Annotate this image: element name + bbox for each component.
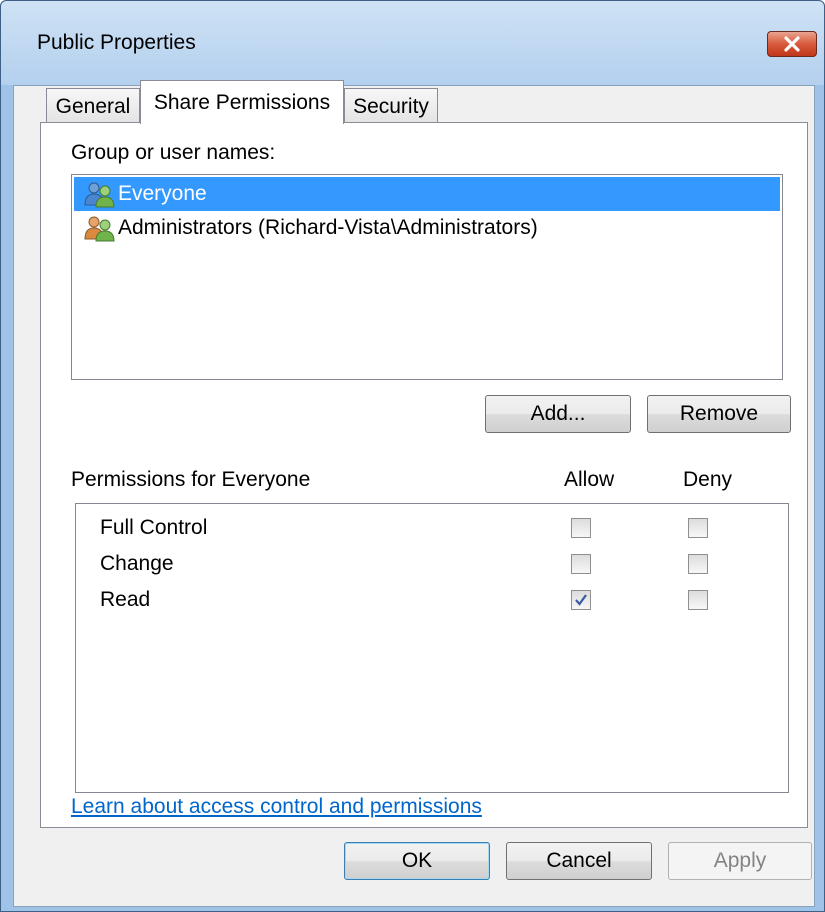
add-button[interactable]: Add... xyxy=(485,395,631,433)
list-item-label: Everyone xyxy=(118,182,207,205)
share-permissions-panel: Group or user names: Everyone Administra… xyxy=(40,122,808,828)
ok-button[interactable]: OK xyxy=(344,842,490,880)
list-item-label: Administrators (Richard-Vista\Administra… xyxy=(118,216,538,239)
tab-share-permissions-label: Share Permissions xyxy=(153,90,331,114)
read-deny-checkbox[interactable] xyxy=(688,590,708,610)
title-bar[interactable]: Public Properties xyxy=(1,1,824,85)
help-link[interactable]: Learn about access control and permissio… xyxy=(71,795,482,819)
tab-security[interactable]: Security xyxy=(344,88,438,124)
properties-window: Public Properties General Share Permissi… xyxy=(0,0,825,912)
tab-share-permissions[interactable]: Share Permissions xyxy=(140,80,344,124)
apply-button-label: Apply xyxy=(713,849,767,872)
users-icon xyxy=(84,216,115,242)
permissions-list[interactable]: Full Control Change Read xyxy=(75,503,789,793)
permission-row-change: Change xyxy=(76,548,766,584)
permission-row-full-control: Full Control xyxy=(76,512,766,548)
allow-header: Allow xyxy=(564,468,615,491)
cancel-button[interactable]: Cancel xyxy=(506,842,652,880)
window-title: Public Properties xyxy=(37,31,196,54)
tab-general-label: General xyxy=(55,94,131,118)
permissions-label: Permissions for Everyone xyxy=(71,468,311,491)
full-control-deny-checkbox[interactable] xyxy=(688,518,708,538)
tab-security-label: Security xyxy=(353,94,429,118)
full-control-allow-checkbox[interactable] xyxy=(571,518,591,538)
group-names-label: Group or user names: xyxy=(71,141,276,164)
close-button[interactable] xyxy=(767,31,817,57)
checkmark-icon xyxy=(575,594,587,606)
permission-row-read: Read xyxy=(76,584,766,620)
deny-header: Deny xyxy=(683,468,733,491)
change-allow-checkbox[interactable] xyxy=(571,554,591,574)
remove-button[interactable]: Remove xyxy=(647,395,791,433)
list-item-administrators[interactable]: Administrators (Richard-Vista\Administra… xyxy=(74,211,780,245)
read-allow-checkbox[interactable] xyxy=(571,590,591,610)
group-user-list[interactable]: Everyone Administrators (Richard-Vista\A… xyxy=(71,174,783,380)
cancel-button-label: Cancel xyxy=(546,849,612,872)
add-button-label: Add... xyxy=(530,402,586,425)
change-deny-checkbox[interactable] xyxy=(688,554,708,574)
users-icon xyxy=(84,182,115,208)
tab-general[interactable]: General xyxy=(46,88,140,124)
permission-name: Read xyxy=(100,588,151,611)
list-item-everyone[interactable]: Everyone xyxy=(74,177,780,211)
apply-button[interactable]: Apply xyxy=(668,842,812,880)
close-icon xyxy=(784,36,800,52)
ok-button-label: OK xyxy=(401,849,433,872)
permission-name: Full Control xyxy=(100,516,208,539)
permission-name: Change xyxy=(100,552,174,575)
dialog-client-area: General Share Permissions Security Group… xyxy=(13,80,815,907)
remove-button-label: Remove xyxy=(679,402,759,425)
